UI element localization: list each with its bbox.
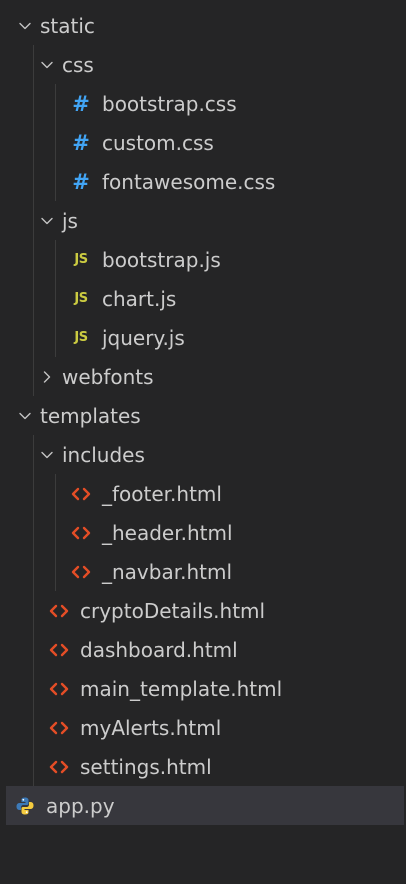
item-label: fontawesome.css (102, 169, 276, 194)
js-file-icon: JS (74, 330, 88, 345)
chevron-right-icon[interactable] (38, 368, 56, 386)
html-file-icon (46, 716, 72, 740)
indent-guide (33, 669, 34, 708)
indent-guide (33, 201, 34, 240)
file-item-navbar-html[interactable]: _navbar.html (6, 552, 404, 591)
item-label: chart.js (102, 286, 177, 311)
indent-guide (55, 513, 56, 552)
html-file-icon (46, 638, 72, 662)
indent-guide (33, 162, 34, 201)
file-item-footer-html[interactable]: _footer.html (6, 474, 404, 513)
item-label: jquery.js (102, 325, 185, 350)
item-label: static (40, 13, 95, 38)
indent-guide (55, 318, 56, 357)
html-file-icon (46, 599, 72, 623)
indent-guide (55, 162, 56, 201)
indent-guide (33, 318, 34, 357)
file-item-jquery-js[interactable]: JS jquery.js (6, 318, 404, 357)
folder-item-css[interactable]: css (6, 45, 404, 84)
item-label: app.py (46, 793, 115, 818)
indent-guide (33, 45, 34, 84)
css-file-icon: # (72, 91, 90, 116)
item-label: bootstrap.js (102, 247, 221, 272)
item-label: css (62, 52, 94, 77)
html-file-icon (68, 560, 94, 584)
html-file-icon (46, 677, 72, 701)
chevron-down-icon[interactable] (38, 446, 56, 464)
item-label: includes (62, 442, 145, 467)
indent-guide (33, 84, 34, 123)
html-file-icon (68, 482, 94, 506)
folder-item-templates[interactable]: templates (6, 396, 404, 435)
file-item-fontawesome-css[interactable]: # fontawesome.css (6, 162, 404, 201)
file-item-myalerts-html[interactable]: myAlerts.html (6, 708, 404, 747)
folder-item-js[interactable]: js (6, 201, 404, 240)
file-item-bootstrap-css[interactable]: # bootstrap.css (6, 84, 404, 123)
file-item-custom-css[interactable]: # custom.css (6, 123, 404, 162)
item-label: _navbar.html (102, 559, 233, 584)
file-item-bootstrap-js[interactable]: JS bootstrap.js (6, 240, 404, 279)
folder-item-webfonts[interactable]: webfonts (6, 357, 404, 396)
css-file-icon: # (72, 130, 90, 155)
file-item-cryptodetails-html[interactable]: cryptoDetails.html (6, 591, 404, 630)
file-explorer-tree: static css # bootstrap.css # custom.css # fonta… (6, 6, 404, 880)
html-file-icon (68, 521, 94, 545)
file-item-main-template-html[interactable]: main_template.html (6, 669, 404, 708)
chevron-down-icon[interactable] (38, 56, 56, 74)
indent-guide (33, 357, 34, 396)
indent-guide (33, 630, 34, 669)
indent-guide (33, 708, 34, 747)
indent-guide (33, 435, 34, 474)
item-label: templates (40, 403, 141, 428)
indent-guide (55, 84, 56, 123)
item-label: custom.css (102, 130, 214, 155)
item-label: cryptoDetails.html (80, 598, 266, 623)
indent-guide (33, 513, 34, 552)
chevron-down-icon[interactable] (16, 407, 34, 425)
indent-guide (55, 123, 56, 162)
item-label: bootstrap.css (102, 91, 237, 116)
indent-guide (33, 552, 34, 591)
indent-guide (55, 240, 56, 279)
item-label: myAlerts.html (80, 715, 222, 740)
css-file-icon: # (72, 169, 90, 194)
indent-guide (55, 474, 56, 513)
file-item-settings-html[interactable]: settings.html (6, 747, 404, 786)
item-label: settings.html (80, 754, 212, 779)
file-item-chart-js[interactable]: JS chart.js (6, 279, 404, 318)
js-file-icon: JS (74, 252, 88, 267)
file-item-header-html[interactable]: _header.html (6, 513, 404, 552)
indent-guide (33, 123, 34, 162)
python-file-icon (12, 794, 38, 818)
item-label: js (62, 208, 78, 233)
indent-guide (33, 474, 34, 513)
item-label: _header.html (102, 520, 233, 545)
item-label: webfonts (62, 364, 154, 389)
indent-guide (33, 747, 34, 786)
chevron-down-icon[interactable] (38, 212, 56, 230)
indent-guide (55, 552, 56, 591)
folder-item-includes[interactable]: includes (6, 435, 404, 474)
indent-guide (55, 279, 56, 318)
indent-guide (33, 240, 34, 279)
item-label: _footer.html (102, 481, 222, 506)
item-label: dashboard.html (80, 637, 238, 662)
indent-guide (33, 279, 34, 318)
item-label: main_template.html (80, 676, 283, 701)
html-file-icon (46, 755, 72, 779)
folder-item-static[interactable]: static (6, 6, 404, 45)
indent-guide (33, 591, 34, 630)
chevron-down-icon[interactable] (16, 17, 34, 35)
file-item-dashboard-html[interactable]: dashboard.html (6, 630, 404, 669)
file-item-app-py[interactable]: app.py (6, 786, 404, 825)
js-file-icon: JS (74, 291, 88, 306)
